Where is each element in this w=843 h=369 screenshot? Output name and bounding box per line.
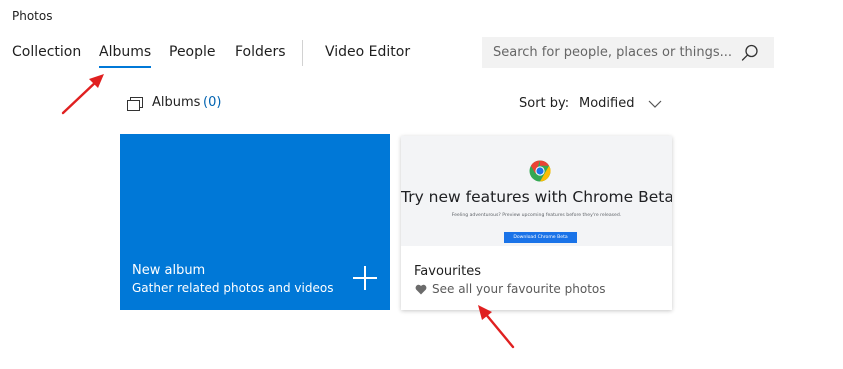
favourites-title: Favourites (414, 264, 481, 279)
tab-collection[interactable]: Collection (12, 44, 81, 60)
tab-albums[interactable]: Albums (99, 44, 152, 68)
new-album-tile[interactable]: New album Gather related photos and vide… (120, 134, 390, 310)
nav-divider (302, 40, 303, 66)
plus-icon (353, 266, 377, 290)
thumbnail-title: Try new features with Chrome Beta (401, 188, 672, 206)
thumbnail-download-button: Download Chrome Beta (504, 232, 577, 243)
sort-dropdown[interactable]: Modified (579, 96, 634, 111)
sort-label: Sort by: (519, 96, 570, 111)
search-icon[interactable] (740, 43, 760, 63)
tab-video-editor[interactable]: Video Editor (325, 44, 410, 60)
favourites-subtitle: See all your favourite photos (432, 282, 606, 296)
thumbnail-subtitle: Feeling adventurous? Preview upcoming fe… (451, 213, 622, 218)
search-input[interactable] (482, 37, 732, 68)
favourites-album-card[interactable]: Try new features with Chrome Beta Feelin… (401, 136, 672, 310)
search-box (482, 37, 774, 68)
heart-icon (415, 284, 427, 295)
app-title: Photos (12, 9, 53, 23)
chrome-beta-icon (529, 160, 551, 182)
red-arrow-to-albums-tab (61, 74, 104, 115)
chevron-down-icon[interactable] (648, 99, 662, 109)
tab-folders[interactable]: Folders (235, 44, 286, 60)
albums-label: Albums (152, 95, 201, 110)
albums-count: (0) (203, 95, 222, 110)
albums-icon (127, 97, 143, 111)
favourites-thumbnail: Try new features with Chrome Beta Feelin… (401, 136, 672, 246)
new-album-title: New album (132, 263, 206, 278)
new-album-subtitle: Gather related photos and videos (132, 281, 334, 295)
tab-people[interactable]: People (169, 44, 216, 60)
red-arrow-to-favourites (478, 305, 515, 349)
